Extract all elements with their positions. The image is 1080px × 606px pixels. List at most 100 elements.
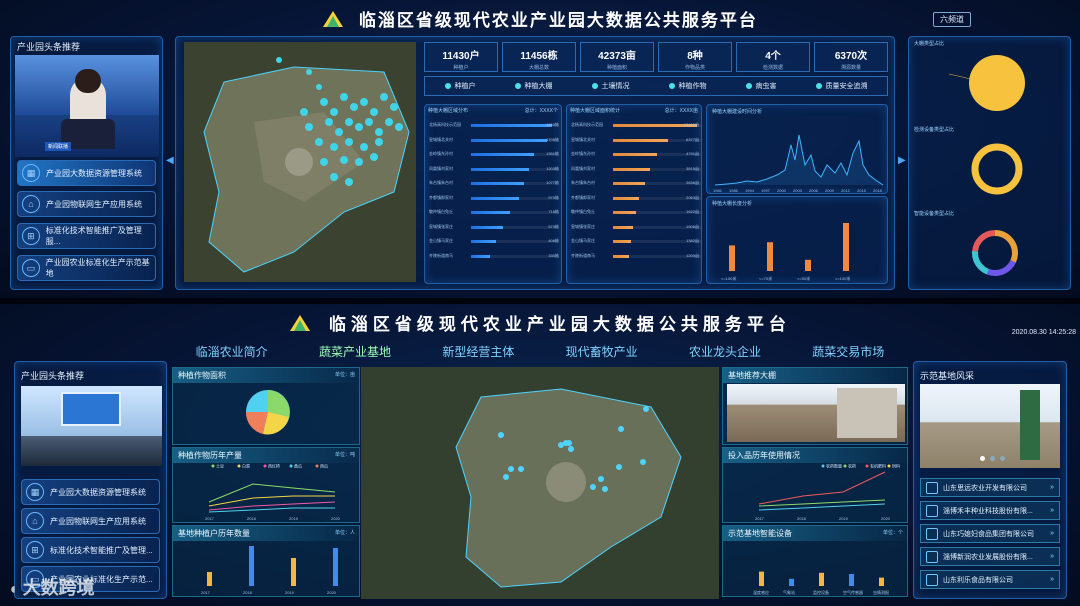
bar-label: 齐陵街道南马 (429, 252, 453, 258)
bar (879, 577, 884, 586)
greenhouse-photo[interactable] (727, 384, 905, 442)
legend-swatch (843, 464, 847, 468)
bar-fill (613, 254, 629, 258)
x-tick-label: 2020 (331, 516, 341, 521)
bar (767, 242, 773, 271)
dashboard-icon: ▦ (26, 483, 44, 501)
bar (249, 546, 254, 586)
x-tick-label: 2019 (839, 516, 849, 521)
nav-item-intro[interactable]: 临淄农业简介 (196, 343, 268, 360)
legend-swatch (821, 464, 825, 468)
standard-icon: ⊞ (22, 227, 40, 245)
bar-value: 6377亩 (686, 136, 699, 142)
datetime: 2020.08.30 14:25:28 (1011, 329, 1076, 336)
bar-fill (471, 167, 530, 171)
dashboard-icon: ▦ (22, 164, 40, 182)
chevron-right-icon: » (1050, 530, 1054, 537)
top-satellite-map[interactable] (184, 42, 416, 282)
demo-base-photo[interactable] (920, 384, 1060, 468)
menu-item-data-resource[interactable]: ▦ 产业园大数据资源管理系统 (17, 160, 156, 186)
menu-item-data-resource[interactable]: ▦ 产业园大数据资源管理系统 (21, 479, 160, 505)
bar-row: 皇城镇张家庄 573栋 (429, 221, 559, 236)
meeting-photo[interactable] (21, 386, 162, 466)
iot-icon: ⌂ (22, 195, 40, 213)
legend-label: 有机肥料 (870, 463, 886, 469)
bar (291, 558, 296, 586)
bar-fill (471, 196, 520, 200)
company-item[interactable]: 淄博禾丰种业科技股份有限...» (920, 501, 1060, 520)
company-item[interactable]: 淄博新润农业发展股份有限...» (920, 547, 1060, 566)
menu-item-iot[interactable]: ⌂ 产业园物联网生产应用系统 (17, 191, 156, 217)
menu-item-iot[interactable]: ⌂ 产业园物联网生产应用系统 (21, 508, 160, 534)
bottom-satellite-map[interactable] (361, 367, 719, 599)
bar (789, 578, 794, 586)
stat-greenhouses: 11456栋 大棚总数 (502, 42, 576, 72)
bar-row: 朱台镇朱台村 2636亩 (571, 177, 701, 192)
bar-fill (613, 211, 636, 214)
bar-fill (613, 182, 645, 185)
right-arrow-icon[interactable]: ▶ (898, 155, 906, 166)
x-tick-label: 2018 (797, 516, 807, 521)
company-item[interactable]: 山东利乐食品有限公司» (920, 570, 1060, 589)
smart-device-panel: 示范基地智能设备 单位：个 温度感应 气象站 监控设备 空气传感器 虫情测报 (722, 525, 908, 597)
menu-item-standard[interactable]: ⊞ 标准化技术智能推广及管理... (21, 537, 160, 563)
top-dashboard: 临淄区省级现代农业产业园大数据公共服务平台 六频道 产业园头条推荐 新闻联播 ▦… (0, 0, 1080, 298)
x-tick-label: 气象站 (783, 589, 795, 595)
crop-yield-panel: 种植作物历年产量 单位：吨 土豆 白菜 西红柿 黄瓜 西瓜 2017 2018 2019 202… (172, 447, 360, 523)
bar (729, 245, 735, 271)
bar-row: 齐陵街道南马 330栋 (429, 250, 559, 265)
company-item[interactable]: 山东思远农业开发有限公司» (920, 478, 1060, 497)
bar-label: 皇城镇张家庄 (571, 223, 595, 229)
x-tick-label: 2018 (873, 188, 883, 193)
legend-swatch (237, 464, 241, 468)
grower-count-bar-chart: 2017 2018 2019 2020 (201, 546, 338, 595)
company-icon (926, 573, 938, 586)
bar-fill (471, 182, 524, 185)
area-bar-list: 北杨高科技示范园 13410亩 皇城镇北关村 6377亩 金岭镇东孙村 4791亩 凤凰镇刘… (571, 119, 701, 264)
input-usage-panel: 投入品历年使用情况 农药数量 农药 有机肥料 饲料 2017 2018 2019 2020 (722, 447, 908, 523)
nav-item-market[interactable]: 蔬菜交易市场 (812, 343, 884, 360)
bar (819, 572, 824, 586)
company-item[interactable]: 山东巧媳妇食品集团有限公司» (920, 524, 1060, 543)
bar-value: 1203栋 (546, 165, 559, 171)
x-tick-label: 1997 (761, 188, 771, 193)
bar (843, 223, 849, 271)
x-tick-label: 2020 (881, 516, 891, 521)
bar (333, 548, 338, 586)
bar-label: 北杨高科技示范园 (429, 122, 461, 127)
carousel-dot[interactable] (980, 456, 985, 461)
carousel-dot[interactable] (990, 456, 995, 461)
distribution-bar-list: 北杨高科技示范园 1863栋 皇城镇北关村 1705栋 金岭镇东孙村 1351栋 凤凰镇刘家… (429, 119, 559, 264)
bar-fill (613, 138, 668, 142)
crop-yield-line-chart: 土豆 白菜 西红柿 黄瓜 西瓜 2017 2018 2019 2020 (205, 463, 341, 522)
bottom-title: 临淄区省级现代农业产业园大数据公共服务平台 (0, 310, 1080, 335)
bar-value: 1863栋 (546, 122, 559, 127)
bar-fill (471, 240, 496, 243)
carousel-dot[interactable] (1000, 456, 1005, 461)
grower-count-panel: 基地种植户历年数量 单位：人 2017 2018 2019 2020 (172, 525, 360, 597)
layer-toggle-growers[interactable]: 种植户 (444, 81, 476, 91)
bar (759, 571, 764, 586)
chevron-right-icon: » (1050, 553, 1054, 560)
nav-item-operators[interactable]: 新型经营主体 (442, 343, 514, 360)
x-tick-label: 2018 (243, 590, 253, 595)
channel-button[interactable]: 六频道 (933, 12, 971, 27)
left-arrow-icon[interactable]: ◀ (166, 155, 174, 166)
layer-toggle-pests[interactable]: 病虫害 (745, 81, 777, 91)
news-video[interactable]: 新闻联播 (15, 55, 159, 157)
legend-label: 西瓜 (320, 464, 328, 469)
menu-item-standard[interactable]: ⊞ 标准化技术智能推广及管理服... (17, 223, 156, 249)
nav-item-vegetable-base[interactable]: 蔬菜产业基地 (319, 343, 391, 360)
menu-item-demo-base[interactable]: ▭ 产业园农业标准化生产示范基地 (17, 255, 156, 281)
layer-toggle-crops[interactable]: 种植作物 (668, 81, 707, 91)
bar-row: 凤凰镇刘家村 1203栋 (429, 163, 559, 178)
bar-value: 13410亩 (683, 122, 699, 127)
bar-label: 朱台镇朱台村 (429, 180, 453, 185)
layer-toggle-greenhouses[interactable]: 种植大棚 (514, 81, 553, 91)
panel-title: 示范基地风采 (920, 371, 975, 381)
x-tick-label: 2015 (857, 188, 867, 193)
nav-item-leading-enterprise[interactable]: 农业龙头企业 (689, 343, 761, 360)
nav-item-livestock[interactable]: 现代畜牧产业 (566, 343, 638, 360)
layer-toggle-soil[interactable]: 土壤情况 (591, 81, 630, 91)
layer-toggle-trace[interactable]: 质量安全追溯 (815, 81, 868, 91)
